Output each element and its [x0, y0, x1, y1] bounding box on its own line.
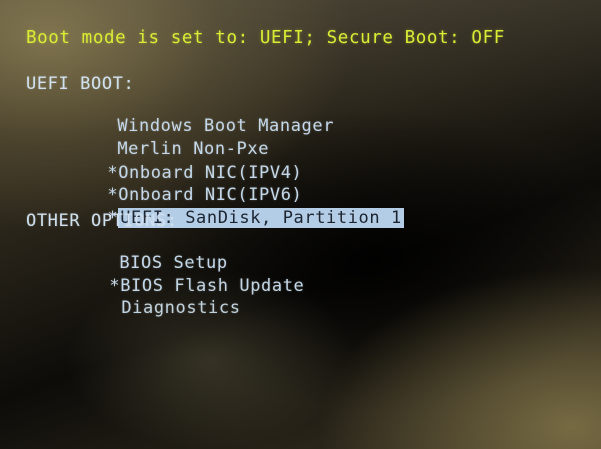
- boot-menu-screen: Boot mode is set to: UEFI; Secure Boot: …: [0, 0, 601, 449]
- boot-mode-status: Boot mode is set to: UEFI; Secure Boot: …: [26, 28, 505, 48]
- option-label: Diagnostics: [121, 298, 241, 318]
- other-options-heading: OTHER OPTIONS:: [26, 211, 178, 231]
- option-diagnostics[interactable]: Diagnostics: [78, 278, 241, 338]
- uefi-boot-heading: UEFI BOOT:: [26, 74, 135, 94]
